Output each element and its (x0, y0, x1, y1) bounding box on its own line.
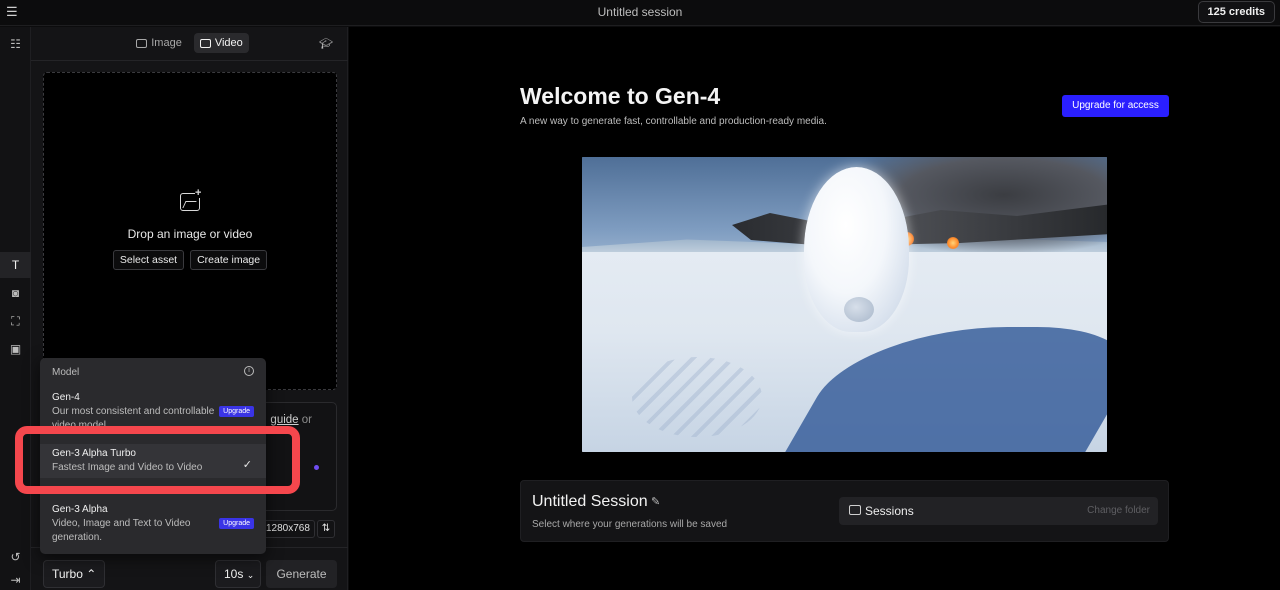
tab-video-label: Video (214, 37, 243, 49)
plus-icon: + (195, 187, 202, 199)
select-asset-button[interactable]: Select asset (112, 250, 185, 270)
film-icon[interactable]: ▣ (0, 336, 31, 362)
tab-image-label: Image (151, 37, 182, 49)
top-bar: ☰ Untitled session 125 credits (0, 0, 1280, 26)
session-name: Untitled Session (532, 493, 648, 510)
option-title: Gen-3 Alpha (52, 504, 108, 515)
graduation-cap-icon[interactable]: 🎓︎ (319, 37, 333, 50)
tab-image[interactable]: Image (130, 33, 188, 53)
footprints (632, 357, 762, 437)
divider (31, 60, 348, 61)
mode-switch: Image Video (31, 33, 348, 55)
page-title: Welcome to Gen-4 (520, 83, 721, 109)
hamburger-menu-icon[interactable]: ☰ (6, 5, 20, 19)
model-option-gen3-turbo[interactable]: Gen-3 Alpha Turbo Fastest Image and Vide… (40, 444, 266, 478)
model-option-gen3-alpha[interactable]: Gen-3 Alpha Video, Image and Text to Vid… (40, 500, 266, 546)
duration-selector[interactable]: 10s ⌄ (215, 560, 261, 588)
model-selector[interactable]: Turbo ⌃ (43, 560, 105, 588)
page-subtitle: A new way to generate fast, controllable… (520, 116, 827, 127)
upgrade-badge: Upgrade (219, 518, 254, 529)
preview-video[interactable] (582, 157, 1107, 452)
model-dropdown: Model i Gen-4 Our most consistent and co… (40, 358, 266, 554)
prompt-hint-suffix: or (301, 414, 312, 426)
generate-button[interactable]: Generate (266, 560, 337, 588)
pencil-icon[interactable]: ✎ (651, 495, 660, 508)
drop-zone-text: Drop an image or video (127, 227, 253, 241)
dropdown-header: Model (52, 367, 80, 378)
tab-video[interactable]: Video (193, 33, 249, 53)
create-image-button[interactable]: Create image (190, 250, 268, 270)
credits-badge[interactable]: 125 credits (1197, 1, 1275, 23)
text-icon[interactable]: T (0, 252, 31, 278)
option-desc: Fastest Image and Video to Video (52, 462, 203, 473)
checkmark-icon: ✓ (242, 459, 252, 471)
status-dot (314, 465, 319, 470)
session-title: Untitled session (597, 5, 683, 19)
sessions-folder-button[interactable]: Sessions Change folder (839, 497, 1158, 525)
chevron-up-icon: ⌃ (86, 567, 97, 581)
change-folder-button[interactable]: Change folder (1087, 505, 1150, 516)
folder-icon (849, 505, 861, 515)
fire (947, 237, 959, 249)
upgrade-button[interactable]: Upgrade for access (1062, 95, 1169, 117)
session-card: Untitled Session ✎ Select where your gen… (520, 480, 1169, 542)
camera-icon[interactable]: ◙ (0, 280, 31, 306)
drop-zone[interactable]: + Drop an image or video Select asset Cr… (43, 72, 337, 390)
option-desc: Our most consistent and controllable vid… (52, 406, 215, 431)
model-option-gen4[interactable]: Gen-4 Our most consistent and controllab… (40, 388, 266, 432)
creature-snout (844, 297, 874, 322)
swap-icon[interactable]: ⇅ (317, 520, 335, 538)
info-icon[interactable]: i (244, 366, 254, 376)
sidebar-list-icon[interactable]: ☷ (0, 31, 31, 57)
resolution-button[interactable]: 1280x768 (261, 520, 315, 538)
image-icon (136, 38, 148, 48)
model-selector-label: Turbo (52, 567, 83, 581)
video-icon (199, 38, 211, 48)
guide-link[interactable]: guide (270, 414, 298, 426)
face-scan-icon[interactable]: ⛶ (0, 308, 31, 334)
main-area: Welcome to Gen-4 A new way to generate f… (349, 27, 1280, 590)
duration-label: 10s (224, 567, 244, 581)
option-title: Gen-4 (52, 392, 80, 403)
tool-rail: ☷ T ◙ ⛶ ▣ ↺ ⇥ (0, 27, 31, 590)
upgrade-badge: Upgrade (219, 406, 254, 417)
prompt-hint: guide or (270, 414, 312, 426)
collapse-icon[interactable]: ⇥ (0, 567, 31, 590)
option-title: Gen-3 Alpha Turbo (52, 448, 136, 459)
chevron-down-icon: ⌄ (246, 570, 255, 580)
folder-label: Sessions (865, 504, 914, 518)
session-desc: Select where your generations will be sa… (532, 519, 728, 530)
option-desc: Video, Image and Text to Video generatio… (52, 518, 191, 543)
